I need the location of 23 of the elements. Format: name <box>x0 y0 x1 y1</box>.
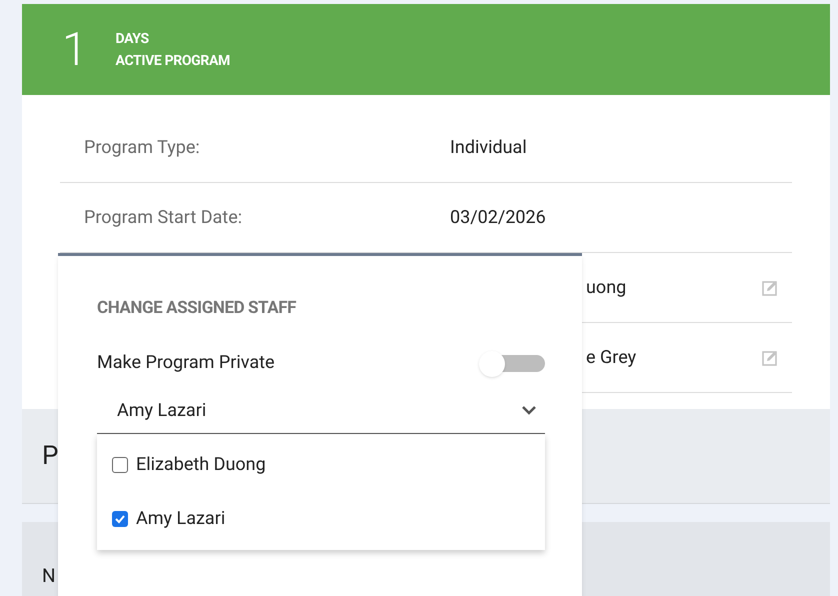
column-heading: N <box>42 563 56 589</box>
summary-caption: ACTIVE PROGRAM <box>116 52 230 70</box>
staff-option[interactable]: Amy Lazari <box>97 492 545 546</box>
detail-value: 03/02/2026 <box>450 206 546 230</box>
edit-icon[interactable] <box>762 350 778 366</box>
chevron-down-icon <box>521 405 537 415</box>
detail-label: Program Type: <box>84 136 201 160</box>
detail-value: Individual <box>450 136 527 160</box>
private-label: Make Program Private <box>97 351 275 375</box>
popover-title: CHANGE ASSIGNED STAFF <box>97 297 298 320</box>
check-icon <box>114 512 126 524</box>
option-checkbox[interactable] <box>112 510 128 526</box>
edit-icon[interactable] <box>762 280 778 296</box>
option-label: Amy Lazari <box>136 507 226 531</box>
days-count: 1 <box>62 26 88 72</box>
days-unit: DAYS <box>116 30 150 48</box>
staff-option[interactable]: Elizabeth Duong <box>97 438 545 492</box>
option-checkbox[interactable] <box>112 456 128 472</box>
section-heading: P <box>42 440 58 472</box>
detail-label: Program Start Date: <box>84 206 244 230</box>
option-label: Elizabeth Duong <box>136 453 266 477</box>
detail-value: uong <box>586 276 626 300</box>
detail-value: e Grey <box>586 346 636 370</box>
